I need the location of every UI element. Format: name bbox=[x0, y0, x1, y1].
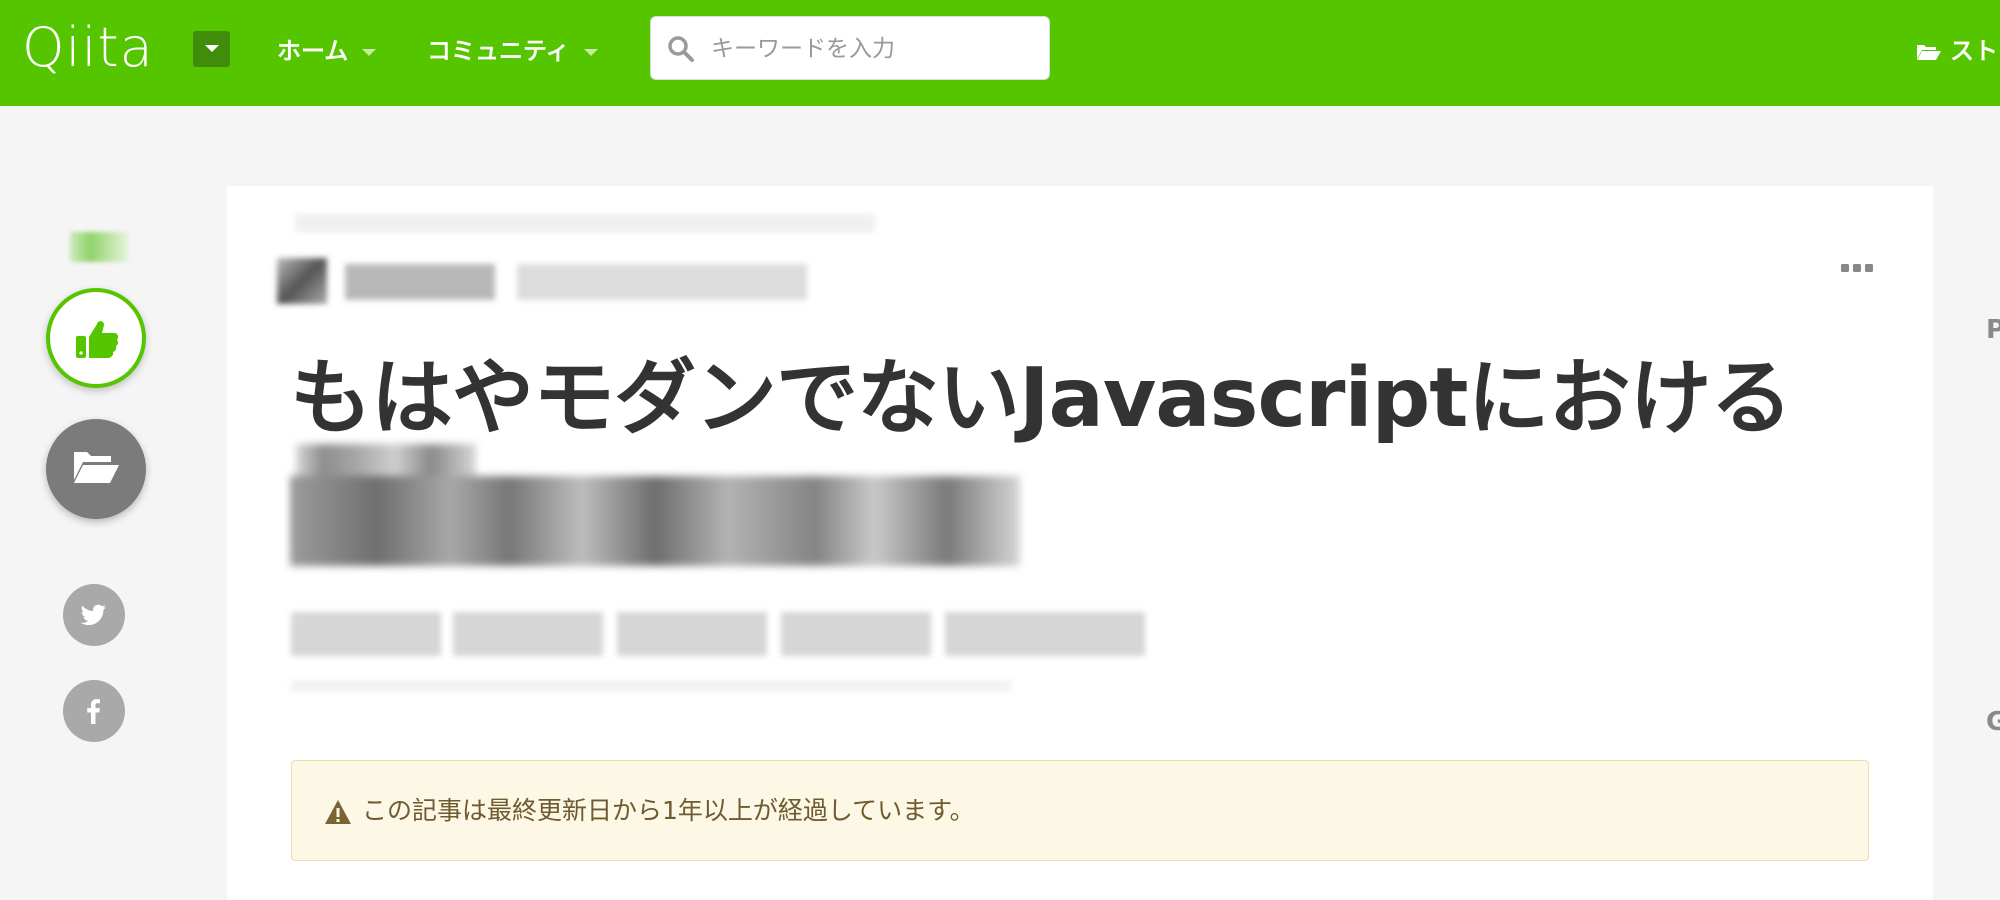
thumbs-up-icon bbox=[76, 321, 119, 358]
stock-button[interactable] bbox=[46, 419, 146, 519]
article-card: もはやモダンでないJavascriptにおける この記事は最終更新日から1年以上… bbox=[227, 186, 1933, 900]
nav-home-label: ホーム bbox=[277, 37, 349, 65]
stock-list-link[interactable]: スト bbox=[1916, 33, 1998, 69]
chevron-down-icon bbox=[583, 48, 598, 56]
search-box bbox=[650, 16, 1050, 80]
tag[interactable] bbox=[617, 612, 767, 656]
avatar[interactable] bbox=[277, 258, 327, 304]
outdated-article-notice: この記事は最終更新日から1年以上が経過しています。 bbox=[291, 760, 1869, 861]
facebook-share-button[interactable] bbox=[63, 680, 125, 742]
nav-home[interactable]: ホーム bbox=[277, 33, 377, 69]
like-button[interactable] bbox=[46, 288, 146, 388]
folder-open-icon bbox=[74, 452, 119, 483]
like-count bbox=[70, 232, 128, 262]
nav-community-label: コミュニティ bbox=[427, 37, 570, 65]
blurred-stats-line bbox=[291, 680, 1011, 692]
notice-text: この記事は最終更新日から1年以上が経過しています。 bbox=[362, 796, 975, 825]
title-redacted-line-2 bbox=[290, 476, 1020, 566]
right-sidebar-heading: G bbox=[1986, 707, 2000, 737]
folder-open-icon bbox=[1917, 45, 1941, 60]
qiita-logo[interactable]: Qiita bbox=[22, 18, 154, 78]
tag[interactable] bbox=[945, 612, 1145, 656]
facebook-icon bbox=[87, 699, 100, 724]
tag[interactable] bbox=[291, 612, 441, 656]
search-input[interactable] bbox=[711, 27, 1031, 71]
twitter-icon bbox=[80, 604, 106, 626]
post-date bbox=[517, 264, 807, 300]
warning-icon bbox=[325, 800, 351, 824]
right-sidebar-heading: P bbox=[1986, 315, 2000, 345]
article-title-text: もはやモダンでないJavascriptにおける bbox=[290, 351, 1792, 446]
nav-community[interactable]: コミュニティ bbox=[427, 33, 598, 69]
stock-link-label: スト bbox=[1950, 37, 1998, 65]
author-name[interactable] bbox=[345, 264, 495, 300]
logo-menu-dropdown-button[interactable] bbox=[193, 31, 230, 67]
blurred-meta-line bbox=[295, 214, 875, 232]
global-header: Qiita ホーム コミュニティ スト bbox=[0, 0, 2000, 106]
twitter-share-button[interactable] bbox=[63, 584, 125, 646]
tag[interactable] bbox=[781, 612, 931, 656]
chevron-down-icon bbox=[362, 48, 377, 56]
tag[interactable] bbox=[453, 612, 603, 656]
more-options-icon[interactable] bbox=[1840, 262, 1874, 274]
search-icon bbox=[668, 36, 694, 62]
